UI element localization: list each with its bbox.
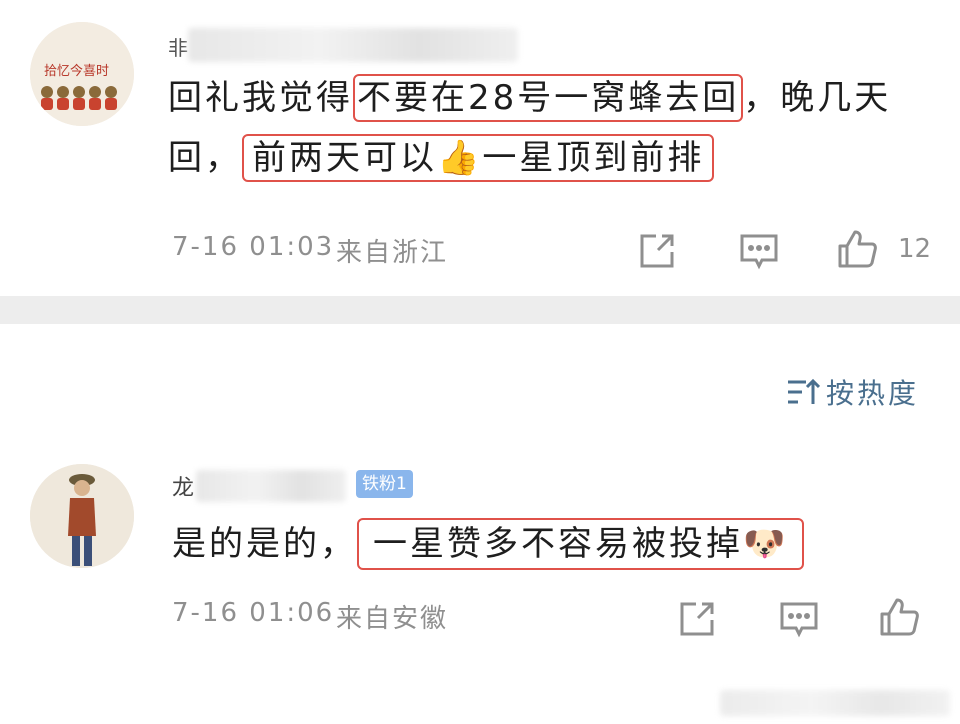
sort-button[interactable]: 按热度 [786, 372, 919, 412]
highlight-box: 不要在28号一窝蜂去回 [353, 74, 744, 122]
avatar[interactable]: 拾忆今喜时 [30, 22, 134, 126]
comment-line-2: 回， 前两天可以👍一星顶到前排 [168, 128, 938, 188]
text-segment: 回礼我觉得 [168, 78, 353, 118]
comment-line-1: 是的是的， 一星赞多不容易被投掉🐶 [172, 514, 942, 574]
username-blurred [196, 470, 346, 502]
comment-location: 来自浙江 [336, 238, 449, 268]
comment-location: 来自安徽 [336, 604, 449, 634]
comment-text: 回礼我觉得 不要在28号一窝蜂去回 ，晚几天 回， 前两天可以👍一星顶到前排 [168, 68, 938, 188]
comment-line-1: 回礼我觉得 不要在28号一窝蜂去回 ，晚几天 [168, 68, 938, 128]
fan-badge-label: 铁粉1 [362, 474, 407, 494]
text-segment: 是的是的， [172, 524, 357, 564]
share-icon[interactable] [674, 596, 720, 642]
share-icon[interactable] [634, 228, 680, 274]
highlight-box: 前两天可以👍一星顶到前排 [242, 134, 715, 182]
watermark [720, 690, 950, 716]
avatar[interactable] [30, 464, 134, 568]
highlight-box: 一星赞多不容易被投掉🐶 [357, 518, 805, 570]
sort-icon [788, 378, 820, 404]
comment-icon[interactable] [736, 228, 782, 274]
thumbs-up-icon[interactable] [876, 594, 922, 640]
username[interactable]: 龙 [172, 470, 194, 502]
username-blurred [188, 28, 518, 62]
section-divider [0, 296, 960, 324]
avatar-image [30, 464, 134, 568]
fan-badge: 铁粉1 [356, 470, 413, 498]
comment-text: 是的是的， 一星赞多不容易被投掉🐶 [172, 514, 942, 574]
username[interactable]: 非 [168, 32, 188, 61]
comment-icon[interactable] [776, 596, 822, 642]
sort-label: 按热度 [826, 377, 920, 410]
text-segment: 回， [168, 138, 242, 178]
comment-item: 龙 铁粉1 是的是的， 一星赞多不容易被投掉🐶 7-16 01:06 来自安徽 [0, 440, 960, 670]
text-segment: ，晚几天 [743, 78, 892, 118]
comment-item: 拾忆今喜时 非 回礼我觉得 不要在28号一窝蜂去回 ，晚几天 回， 前两天可以👍一星顶… [0, 0, 960, 296]
thumbs-up-icon[interactable] [834, 226, 880, 272]
like-count: 12 [898, 234, 932, 264]
comment-time: 7-16 01:06 [172, 598, 335, 628]
avatar-text: 拾忆今喜时 [44, 64, 110, 79]
comment-time: 7-16 01:03 [172, 232, 335, 262]
